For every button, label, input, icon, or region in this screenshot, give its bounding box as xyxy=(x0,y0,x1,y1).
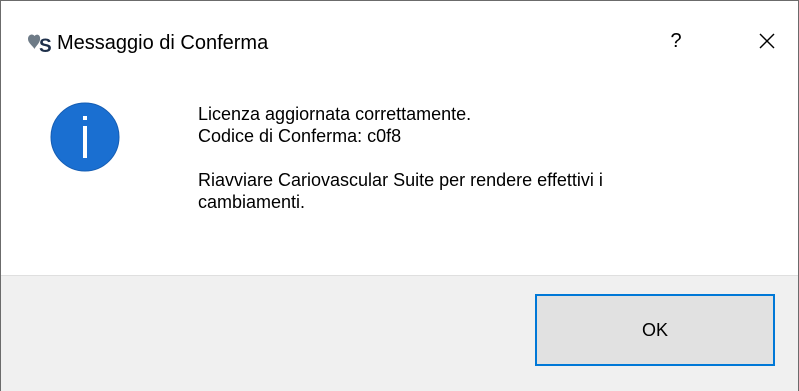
window-title: Messaggio di Conferma xyxy=(57,32,269,54)
close-button[interactable] xyxy=(744,23,790,59)
message-line-restart: Riavviare Cariovascular Suite per render… xyxy=(198,170,603,190)
cardiovascular-suite-logo-icon: S xyxy=(28,34,52,55)
title-bar[interactable]: S Messaggio di Conferma ? xyxy=(1,1,798,79)
message-line-code: Codice di Conferma: c0f8 xyxy=(198,126,402,146)
button-bar: OK xyxy=(1,275,798,391)
message-text: Licenza aggiornata correttamente. Codice… xyxy=(198,103,738,213)
help-button[interactable]: ? xyxy=(653,23,699,59)
svg-text:S: S xyxy=(39,36,52,55)
message-line-restart-cont: cambiamenti. xyxy=(198,192,306,212)
close-icon xyxy=(759,33,775,49)
message-line-status: Licenza aggiornata correttamente. xyxy=(198,104,472,124)
ok-button[interactable]: OK xyxy=(535,294,775,366)
message-area: Licenza aggiornata correttamente. Codice… xyxy=(1,79,798,275)
info-icon xyxy=(50,102,120,172)
confirmation-dialog: S Messaggio di Conferma ? Licenza aggior… xyxy=(0,0,799,391)
